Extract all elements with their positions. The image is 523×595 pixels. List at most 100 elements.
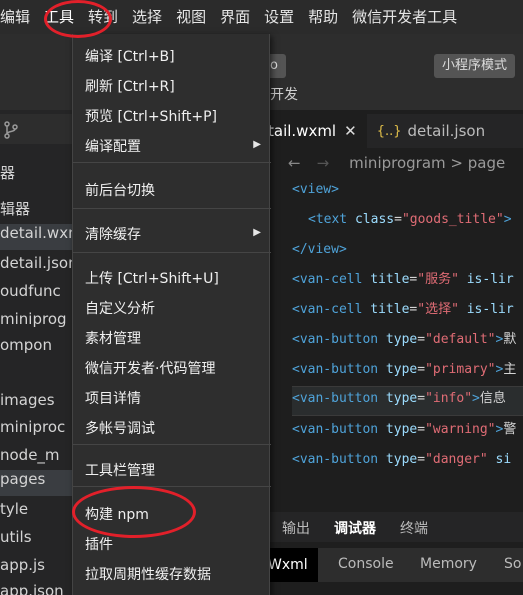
menu-item-compile-config[interactable]: 编译配置 xyxy=(85,136,141,156)
code-attr: type xyxy=(385,332,418,347)
menu-select[interactable]: 选择 xyxy=(125,0,169,34)
menu-item-plugins[interactable]: 插件 xyxy=(85,534,113,554)
menu-item-upload[interactable]: 上传 [Ctrl+Shift+U] xyxy=(85,268,219,288)
menu-wechat-devtools[interactable]: 微信开发者工具 xyxy=(345,0,464,34)
sidebar-folder[interactable]: tyle xyxy=(0,500,72,518)
menu-help[interactable]: 帮助 xyxy=(301,0,345,34)
code-string: "danger" xyxy=(425,452,488,467)
menu-edit[interactable]: 编辑 xyxy=(0,0,37,34)
code-attr: class xyxy=(354,212,395,227)
code-string: "default" xyxy=(425,332,496,347)
submenu-arrow-icon: ▶ xyxy=(253,227,261,238)
code-tag: <text xyxy=(308,212,348,227)
sidebar-folder[interactable]: images xyxy=(0,391,72,409)
code-line: <van-button type="primary">主 xyxy=(292,362,517,377)
code-string: "warning" xyxy=(425,422,496,437)
sidebar-folder-pages[interactable]: pages xyxy=(0,470,72,496)
code-tag: </view> xyxy=(292,242,347,257)
menu-item-custom-analysis[interactable]: 自定义分析 xyxy=(85,298,155,318)
panel-tab-output[interactable]: 输出 xyxy=(282,518,310,538)
code-text: 信息 xyxy=(479,391,506,406)
code-attr: type xyxy=(385,452,418,467)
mode-button[interactable]: 小程序模式 xyxy=(434,54,516,78)
code-attr: type xyxy=(385,391,418,406)
devtools-tab-console[interactable]: Console xyxy=(338,556,394,572)
panel-tab-terminal[interactable]: 终端 xyxy=(400,518,428,538)
menu-bar: 编辑 工具 转到 选择 视图 界面 设置 帮助 微信开发者工具 xyxy=(0,0,523,34)
menu-item-compile[interactable]: 编译 [Ctrl+B] xyxy=(85,46,175,66)
sidebar-folder[interactable]: ompon xyxy=(0,336,72,354)
menu-settings[interactable]: 设置 xyxy=(257,0,301,34)
code-tail: > xyxy=(503,212,512,227)
code-text: 警 xyxy=(503,422,517,437)
sidebar-file-detail-wxml[interactable]: detail.wxml xyxy=(0,224,72,250)
code-attr: title xyxy=(370,272,410,287)
code-attr: title xyxy=(370,302,410,317)
menu-separator xyxy=(73,162,271,163)
menu-tools[interactable]: 工具 xyxy=(37,0,81,34)
breadcrumb-path[interactable]: miniprogram > page xyxy=(349,154,505,172)
devtools-tabs: Wxml Console Memory So xyxy=(258,548,523,582)
menu-separator xyxy=(73,252,271,253)
code-tag: <van-button xyxy=(292,452,379,467)
close-icon[interactable]: ✕ xyxy=(344,122,357,140)
sidebar-folder[interactable]: miniprog xyxy=(0,310,72,328)
sidebar-file[interactable]: app.js xyxy=(0,556,72,574)
devtools-tab-memory[interactable]: Memory xyxy=(420,556,477,572)
back-arrow-icon[interactable]: ← xyxy=(288,154,301,172)
panel-tab-debugger[interactable]: 调试器 xyxy=(334,518,376,538)
branch-icon xyxy=(4,121,18,139)
code-string: "primary" xyxy=(425,362,496,377)
code-tag: <van-button xyxy=(292,362,379,377)
panel-tabs: 输出 调试器 终端 xyxy=(258,512,523,542)
code-line: <text class="goods_title"> xyxy=(308,212,512,227)
sidebar-file-detail-json[interactable]: detail.json xyxy=(0,254,72,272)
code-string: "info" xyxy=(425,391,473,406)
sidebar-file[interactable]: app.json xyxy=(0,582,72,595)
sidebar-section-label: 器 xyxy=(0,164,16,182)
sidebar-folder[interactable]: oudfunc xyxy=(0,282,72,300)
menu-item-code-management[interactable]: 微信开发者·代码管理 xyxy=(85,358,215,378)
toolbar-label: 开发 xyxy=(270,87,298,103)
code-line: <van-cell title="选择" is-lir xyxy=(292,302,514,317)
menu-item-preview[interactable]: 预览 [Ctrl+Shift+P] xyxy=(85,106,217,126)
menu-item-asset-management[interactable]: 素材管理 xyxy=(85,328,141,348)
menu-goto[interactable]: 转到 xyxy=(81,0,125,34)
editor-tabs: tail.wxml ✕ {..} detail.json xyxy=(258,114,523,148)
code-line: <van-button type="danger" si xyxy=(292,452,512,467)
code-tail: is-lir xyxy=(466,272,514,287)
menu-item-foreground-background[interactable]: 前后台切换 xyxy=(85,180,155,200)
menu-item-project-details[interactable]: 项目详情 xyxy=(85,388,141,408)
tab-detail-wxml[interactable]: tail.wxml ✕ xyxy=(258,114,367,148)
menu-item-fetch-periodic-cache[interactable]: 拉取周期性缓存数据 xyxy=(85,564,211,584)
menu-interface[interactable]: 界面 xyxy=(213,0,257,34)
submenu-arrow-icon: ▶ xyxy=(253,139,261,150)
sidebar-section-label: 辑器 xyxy=(0,200,31,218)
code-tail: si xyxy=(495,452,512,467)
code-text: 默 xyxy=(503,332,517,347)
code-line: </view> xyxy=(292,238,523,268)
sidebar-folder[interactable]: node_m xyxy=(0,446,72,464)
code-tag: <van-button xyxy=(292,422,379,437)
code-text: 主 xyxy=(503,362,517,377)
menu-item-refresh[interactable]: 刷新 [Ctrl+R] xyxy=(85,76,175,96)
menu-item-multi-account-debug[interactable]: 多帐号调试 xyxy=(85,418,155,438)
code-tag: <van-button xyxy=(292,332,379,347)
tab-label: tail.wxml xyxy=(268,122,337,140)
devtools-tab-sources[interactable]: So xyxy=(504,556,521,572)
tab-detail-json[interactable]: {..} detail.json xyxy=(367,114,495,148)
code-string: "服务" xyxy=(417,272,459,287)
menu-item-clear-cache[interactable]: 清除缓存 xyxy=(85,224,141,244)
sidebar-folder[interactable]: utils xyxy=(0,528,72,546)
code-editor[interactable]: <view> <text class="goods_title"> </view… xyxy=(258,178,523,498)
menu-item-build-npm[interactable]: 构建 npm xyxy=(85,504,149,524)
code-line: <van-button type="default">默 xyxy=(292,332,517,347)
menu-item-toolbar-management[interactable]: 工具栏管理 xyxy=(85,460,155,480)
forward-arrow-icon[interactable]: → xyxy=(317,154,330,172)
sidebar-folder[interactable]: miniproc xyxy=(0,418,72,436)
menu-separator xyxy=(73,444,271,445)
code-line: <van-cell title="服务" is-lir xyxy=(292,272,514,287)
menu-view[interactable]: 视图 xyxy=(169,0,213,34)
code-tag: <view> xyxy=(292,182,339,197)
tools-dropdown-menu: 编译 [Ctrl+B] 刷新 [Ctrl+R] 预览 [Ctrl+Shift+P… xyxy=(72,34,271,595)
